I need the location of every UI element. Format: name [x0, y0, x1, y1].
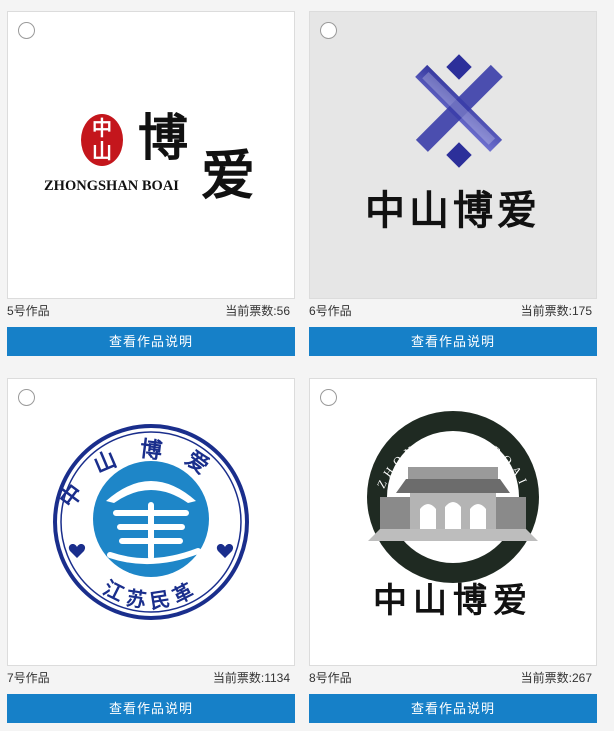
work-thumbnail[interactable]: 中山博爱 [309, 11, 597, 299]
zhongshan-boai-logo-5: 中 山 博 爱 ZHONGSHAN BOAI [44, 108, 255, 207]
view-description-button[interactable]: 查看作品说明 [309, 694, 597, 723]
vote-count: 当前票数:267 [521, 669, 597, 686]
work-meta: 5号作品 当前票数:56 [7, 299, 295, 322]
vote-number: 56 [276, 304, 290, 318]
select-radio[interactable] [18, 389, 35, 406]
vote-number: 175 [571, 304, 592, 318]
work-title: 7号作品 [7, 671, 50, 685]
logo-char-bo: 博 [138, 108, 188, 167]
logo-latin-text: ZHONGSHAN BOAI [44, 178, 179, 194]
seal-bottom-text: 山 [92, 139, 112, 163]
zhongshan-boai-logo-6: 中山博爱 [365, 54, 541, 234]
vote-label: 当前票数: [212, 671, 265, 685]
vote-count: 当前票数:56 [225, 302, 295, 319]
work-title: 5号作品 [7, 304, 50, 318]
select-radio[interactable] [320, 22, 337, 39]
work-meta: 8号作品 当前票数:267 [309, 666, 597, 689]
work-title: 6号作品 [309, 304, 352, 318]
work-meta: 6号作品 当前票数:175 [309, 299, 597, 322]
vote-number: 267 [571, 671, 592, 685]
work-card-6: 中山博爱 6号作品 当前票数:175 查看作品说明 [309, 11, 597, 356]
select-radio[interactable] [18, 22, 35, 39]
logo-chinese-text: 中山博爱 [365, 187, 541, 234]
work-card-5: 中 山 博 爱 ZHONGSHAN BOAI 5号作品 当前票数:56 查看作品… [7, 11, 295, 356]
view-description-button[interactable]: 查看作品说明 [7, 327, 295, 356]
work-thumbnail[interactable]: ZHONGSHAN BOAI 中山博爱 [309, 378, 597, 666]
vote-count: 当前票数:1134 [213, 669, 295, 686]
logo-chinese-text: 中山博爱 [373, 581, 533, 621]
vote-number: 1134 [264, 671, 290, 685]
view-description-button[interactable]: 查看作品说明 [7, 694, 295, 723]
work-thumbnail[interactable]: 中 山 博 爱 ZHONGSHAN BOAI [7, 11, 295, 299]
work-meta: 7号作品 当前票数:1134 [7, 666, 295, 689]
vote-label: 当前票数: [520, 671, 572, 685]
logo-char-ai: 爱 [201, 143, 255, 207]
zhongshan-boai-logo-7: 中山博爱 江苏民革 [53, 424, 249, 620]
work-card-8: ZHONGSHAN BOAI 中山博爱 8号作品 当前票数:267 查看作品说明 [309, 378, 597, 723]
work-thumbnail[interactable]: 中山博爱 江苏民革 [7, 378, 295, 666]
view-description-button[interactable]: 查看作品说明 [309, 327, 597, 356]
zhongshan-boai-logo-8: ZHONGSHAN BOAI 中山博爱 [367, 411, 539, 621]
vote-count: 当前票数:175 [521, 302, 597, 319]
woven-x-mark [415, 54, 503, 168]
vote-label: 当前票数: [520, 304, 572, 318]
vote-label: 当前票数: [225, 304, 277, 318]
seal-top-text: 中 [92, 116, 112, 140]
work-title: 8号作品 [309, 671, 352, 685]
work-card-7: 中山博爱 江苏民革 7号作品 当前票数:1134 查看作品说明 [7, 378, 295, 723]
select-radio[interactable] [320, 389, 337, 406]
